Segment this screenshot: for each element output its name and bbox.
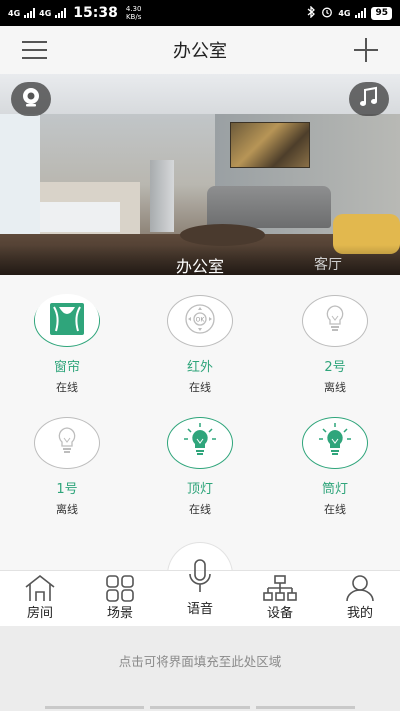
device-network-icon xyxy=(263,575,297,601)
nav-label: 我的 xyxy=(346,606,373,621)
bulb-lit-icon xyxy=(180,421,220,465)
user-icon xyxy=(346,575,374,602)
camera-button[interactable] xyxy=(11,82,51,116)
music-button[interactable] xyxy=(349,82,389,116)
next-room-label[interactable]: 客厅 xyxy=(314,254,342,274)
house-icon xyxy=(25,574,55,601)
signal-bars-1-icon xyxy=(24,8,36,18)
device-status: 在线 xyxy=(189,381,211,394)
status-bar: 4G 4G 15:38 4.30 KB/s 4G 95 xyxy=(0,0,400,26)
add-icon[interactable] xyxy=(354,38,378,62)
wall-painting xyxy=(230,122,310,168)
nav-voice[interactable]: 语音 xyxy=(165,555,235,617)
room-banner[interactable]: 办公室 客厅 xyxy=(0,74,400,275)
music-note-icon xyxy=(359,86,379,112)
device-grid: 窗帘 在线 OK 红外 在线 2号 离线 1号 离线 顶灯 在线 筒灯 在线 xyxy=(0,275,400,570)
device-name: 顶灯 xyxy=(186,482,213,497)
camera-icon xyxy=(19,85,43,113)
nav-label: 房间 xyxy=(26,606,53,621)
remote-control-icon: OK xyxy=(180,302,220,340)
bottom-nav: 房间 场景 语音 设备 我的 xyxy=(0,559,400,627)
device-status: 在线 xyxy=(189,503,211,516)
signal-bars-3-icon xyxy=(355,8,367,18)
microphone-icon xyxy=(189,559,211,592)
device-name: 筒灯 xyxy=(321,482,348,497)
network-type-label: 4G xyxy=(338,8,351,18)
alarm-icon xyxy=(321,6,333,21)
bulb-icon xyxy=(324,304,346,338)
device-status: 在线 xyxy=(324,503,346,516)
nav-rooms[interactable]: 房间 xyxy=(5,571,75,627)
device-light-1[interactable]: 1号 离线 xyxy=(12,417,122,517)
device-light-2[interactable]: 2号 离线 xyxy=(280,295,390,395)
nav-label: 语音 xyxy=(186,602,213,617)
clock: 15:38 xyxy=(73,5,118,21)
device-ceiling-light[interactable]: 顶灯 在线 xyxy=(145,417,255,517)
device-downlight[interactable]: 筒灯 在线 xyxy=(280,417,390,517)
scene-grid-icon xyxy=(106,575,134,602)
device-name: 窗帘 xyxy=(53,360,80,375)
device-infrared[interactable]: OK 红外 在线 xyxy=(145,295,255,395)
device-status: 在线 xyxy=(56,381,78,394)
nav-devices[interactable]: 设备 xyxy=(245,571,315,627)
network-speed: 4.30 KB/s xyxy=(125,5,142,21)
sofa xyxy=(207,186,331,228)
device-name: 2号 xyxy=(324,360,346,375)
device-curtain[interactable]: 窗帘 在线 xyxy=(12,293,122,395)
svg-text:OK: OK xyxy=(196,317,206,324)
bulb-lit-icon xyxy=(315,421,355,465)
nav-mine[interactable]: 我的 xyxy=(325,571,395,627)
nav-label: 场景 xyxy=(106,606,133,621)
signal-label-2: 4G xyxy=(39,8,52,18)
device-name: 1号 xyxy=(56,482,78,497)
menu-icon[interactable] xyxy=(22,41,47,59)
bluetooth-icon xyxy=(307,4,316,21)
device-status: 离线 xyxy=(324,381,346,394)
page-title: 办公室 xyxy=(173,41,227,62)
nav-label: 设备 xyxy=(266,606,293,621)
battery-indicator: 95 xyxy=(371,6,392,20)
signal-bars-2-icon xyxy=(55,8,67,18)
fill-hint-text: 点击可将界面填充至此处区域 xyxy=(118,654,282,669)
bulb-icon xyxy=(56,426,78,460)
curtain-icon xyxy=(34,293,100,349)
nav-scenes[interactable]: 场景 xyxy=(85,571,155,627)
device-name: 红外 xyxy=(186,360,213,375)
device-status: 离线 xyxy=(56,503,78,516)
signal-label-1: 4G xyxy=(8,8,21,18)
bottom-divider xyxy=(45,706,355,709)
app-header: 办公室 xyxy=(0,26,400,74)
